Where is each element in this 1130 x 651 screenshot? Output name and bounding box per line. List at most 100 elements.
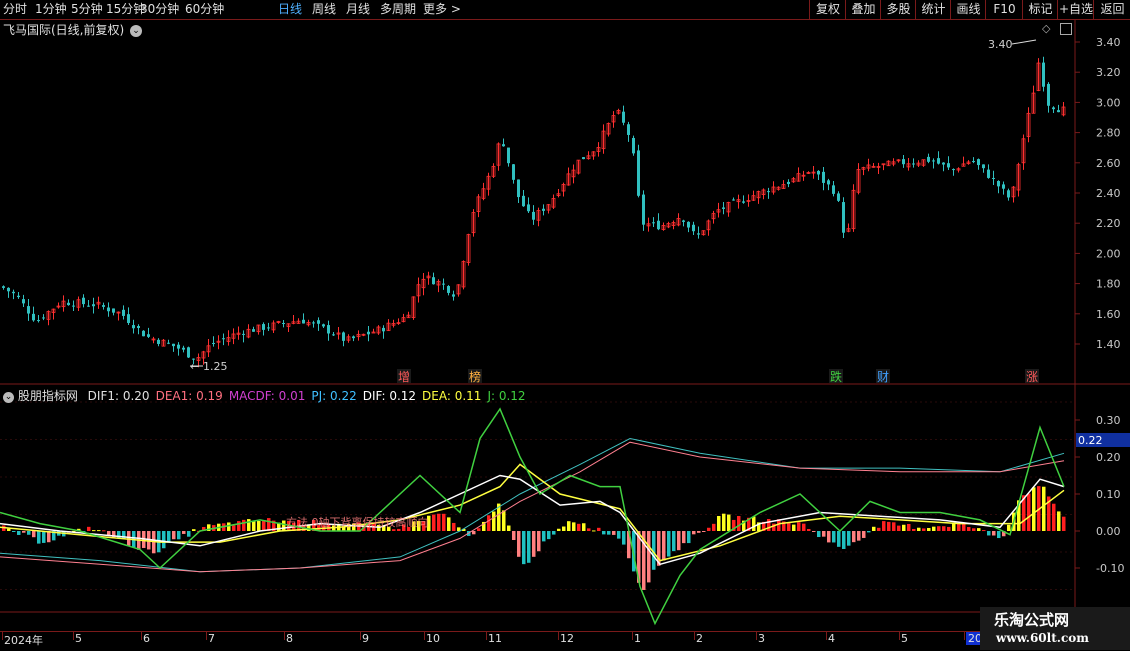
chart-area[interactable]: 3.40 3.20 3.00 2.80 2.60 2.40 2.20 2.00 1.80 1.60… xyxy=(0,20,1130,631)
date-label: 1 xyxy=(634,632,641,645)
indicator-tick: 0.10 xyxy=(1096,488,1121,501)
date-label: 5 xyxy=(901,632,908,645)
gear-icon[interactable]: ⌄ xyxy=(3,392,14,403)
candle-body xyxy=(22,299,25,304)
toolbar-button-1[interactable]: 叠加 xyxy=(845,0,881,19)
candle-body xyxy=(332,334,335,336)
macd-bar xyxy=(12,531,16,532)
candle-body xyxy=(542,208,545,211)
candle-body xyxy=(17,295,20,298)
macd-bar xyxy=(892,522,896,531)
window-toggle-icon[interactable] xyxy=(1060,23,1072,35)
macd-bar xyxy=(807,528,811,531)
macd-bar xyxy=(87,526,91,531)
macd-bar xyxy=(682,531,686,544)
period-tab-8[interactable]: 月线 xyxy=(346,1,370,18)
macd-bar xyxy=(857,531,861,541)
candle-body xyxy=(367,331,370,335)
j-line xyxy=(0,407,1065,626)
period-tab-10[interactable]: 更多 > xyxy=(423,1,461,18)
candle-body xyxy=(342,332,345,341)
candle-body xyxy=(837,193,840,201)
toolbar-button-2[interactable]: 多股 xyxy=(880,0,916,19)
macd-bar xyxy=(442,513,446,531)
macd-bar xyxy=(737,516,741,531)
candle-body xyxy=(147,334,150,337)
period-tab-9[interactable]: 多周期 xyxy=(380,1,416,18)
price-tick: 2.80 xyxy=(1096,127,1121,140)
period-tab-4[interactable]: 30分钟 xyxy=(140,1,179,18)
period-tab-6[interactable]: 日线 xyxy=(278,1,302,18)
candle-body xyxy=(787,181,790,185)
macd-bar xyxy=(27,531,31,535)
macd-bar xyxy=(947,526,951,531)
toolbar-button-5[interactable]: F10 xyxy=(985,0,1023,19)
toolbar-button-3[interactable]: 统计 xyxy=(915,0,951,19)
macd-bar xyxy=(227,522,231,531)
period-tab-1[interactable]: 1分钟 xyxy=(35,1,67,18)
candle-body xyxy=(682,220,685,222)
event-marker[interactable]: 榜 xyxy=(469,369,481,384)
period-tab-7[interactable]: 周线 xyxy=(312,1,336,18)
macd-bar xyxy=(472,531,476,535)
macd-bar xyxy=(1027,493,1031,531)
toolbar-button-7[interactable]: +自选 xyxy=(1057,0,1094,19)
indicator-value-2: MACDF: 0.01 xyxy=(228,389,306,403)
candle-body xyxy=(107,307,110,312)
indicator-value-3: PJ: 0.22 xyxy=(311,389,357,403)
macd-bar xyxy=(907,523,911,531)
candle-body xyxy=(972,161,975,163)
candle-body xyxy=(157,339,160,344)
candle-body xyxy=(262,324,265,330)
toolbar-button-6[interactable]: 标记 xyxy=(1022,0,1058,19)
macd-bar xyxy=(887,521,891,531)
event-marker[interactable]: 财 xyxy=(877,370,889,384)
event-marker[interactable]: 跌 xyxy=(830,369,842,384)
macd-bar xyxy=(902,524,906,531)
toolbar-button-8[interactable]: 返回 xyxy=(1093,0,1130,19)
period-tab-2[interactable]: 5分钟 xyxy=(71,1,103,18)
candle-body xyxy=(942,162,945,165)
macd-bar xyxy=(587,528,591,531)
price-tick: 1.80 xyxy=(1096,278,1121,291)
period-tab-0[interactable]: 分时 xyxy=(3,1,27,18)
macd-bar xyxy=(492,511,496,531)
candle-body xyxy=(582,157,585,160)
chevron-down-icon[interactable]: ⌄ xyxy=(130,25,143,37)
event-marker[interactable]: 涨 xyxy=(1026,369,1038,384)
candle-body xyxy=(82,297,85,305)
macd-bar xyxy=(727,514,731,531)
candle-body xyxy=(952,169,955,171)
candle-body xyxy=(122,309,125,316)
candle-body xyxy=(642,194,645,225)
macd-bar xyxy=(1032,487,1036,531)
macd-bar xyxy=(612,531,616,535)
candle-body xyxy=(692,224,695,232)
macd-bar xyxy=(247,519,251,531)
toolbar-button-4[interactable]: 画线 xyxy=(950,0,986,19)
candle-body xyxy=(32,313,35,321)
candle-body xyxy=(997,180,1000,187)
event-marker[interactable]: 增 xyxy=(398,370,410,384)
macd-bar xyxy=(802,523,806,531)
candle-body xyxy=(12,291,15,294)
macd-bar xyxy=(917,527,921,531)
watermark: 乐淘公式网 www.60lt.com xyxy=(980,607,1130,650)
candle-body xyxy=(172,343,175,347)
macd-bar xyxy=(102,530,106,532)
candle-body xyxy=(627,124,630,135)
macd-bar xyxy=(507,525,511,531)
toolbar-button-0[interactable]: 复权 xyxy=(809,0,846,19)
price-tick: 2.00 xyxy=(1096,247,1121,260)
candle-body xyxy=(832,185,835,194)
macd-bar xyxy=(972,528,976,531)
macd-bar xyxy=(92,530,96,532)
period-tab-5[interactable]: 60分钟 xyxy=(185,1,224,18)
candle-body xyxy=(697,233,700,235)
indicator-value-0: DIF1: 0.20 xyxy=(87,389,150,403)
macd-bar xyxy=(392,529,396,531)
macd-bar xyxy=(167,531,171,543)
candle-body xyxy=(327,325,330,334)
diamond-icon[interactable]: ◇ xyxy=(1042,22,1050,35)
macd-bar xyxy=(237,521,241,531)
